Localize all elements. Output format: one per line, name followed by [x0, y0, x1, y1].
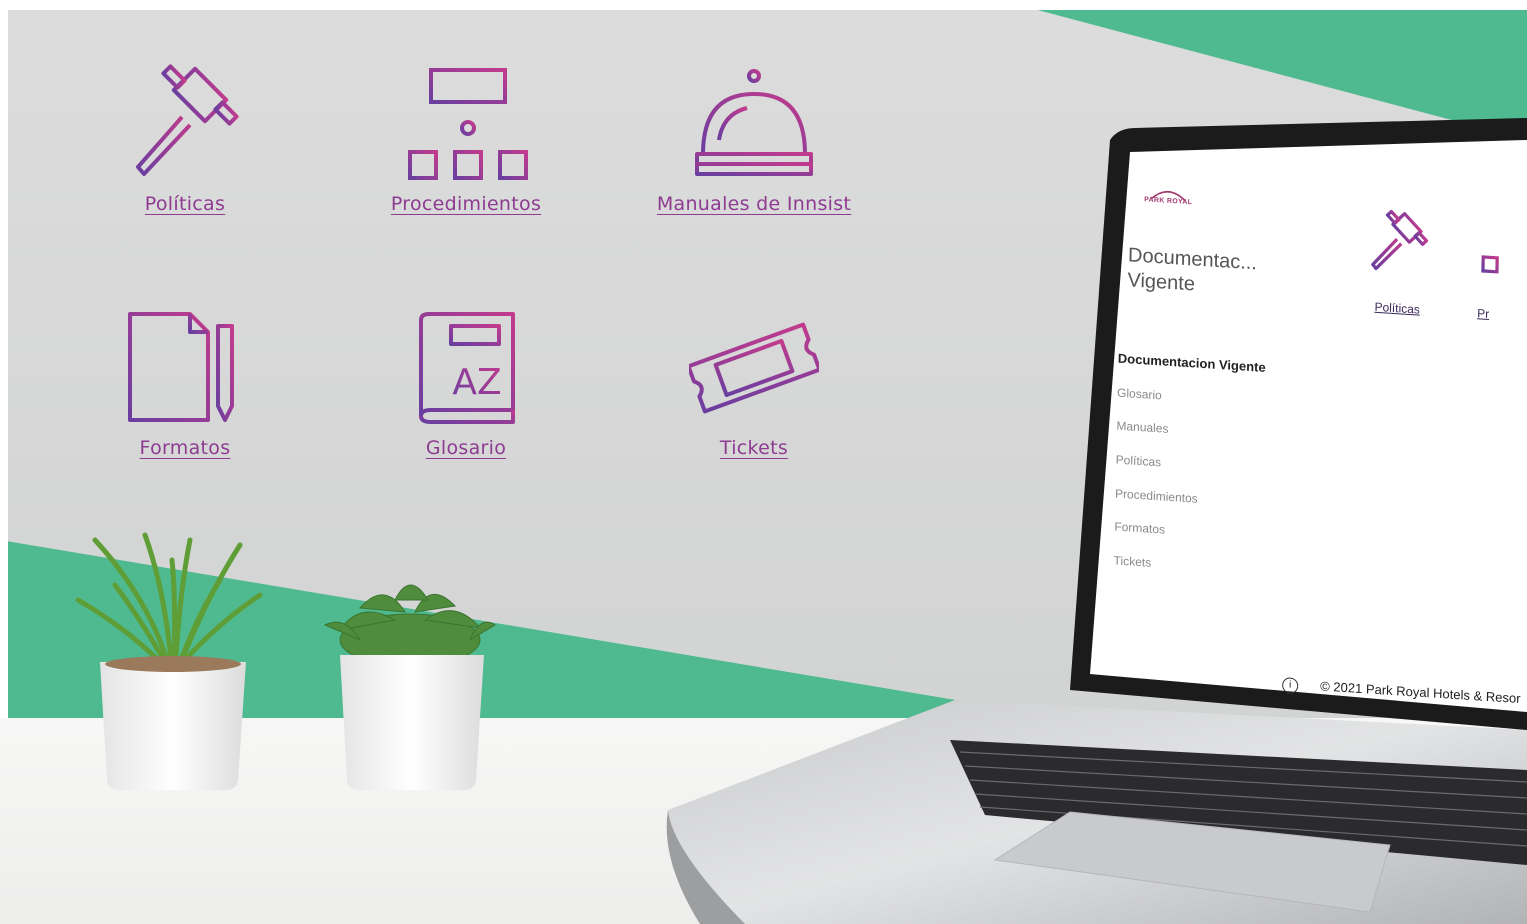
- screen-tile-label-politicas[interactable]: Políticas: [1337, 297, 1457, 319]
- screen-tile-label-procedimientos[interactable]: Pr: [1477, 306, 1527, 324]
- svg-text:AZ: AZ: [452, 362, 501, 403]
- page-title: Documentac... Vigente: [1127, 244, 1258, 296]
- tile-label-formatos[interactable]: Formatos: [140, 437, 231, 459]
- tile-label-tickets[interactable]: Tickets: [720, 437, 788, 459]
- org-chart-icon: [408, 68, 528, 180]
- info-icon[interactable]: i: [1282, 676, 1299, 694]
- tile-politicas[interactable]: Políticas: [55, 62, 315, 215]
- screen-tile-politicas[interactable]: Políticas: [1337, 199, 1459, 319]
- screen-sidebar-nav: Documentacion Vigente Glosario Manuales …: [1113, 349, 1318, 597]
- service-bell-icon: [695, 69, 813, 176]
- screen-footer: i © 2021 Park Royal Hotels & Resor: [1282, 676, 1521, 708]
- laptop-screen: PARK ROYAL Documentac... Vigente Polític…: [1096, 160, 1527, 749]
- tile-label-procedimientos[interactable]: Procedimientos: [391, 193, 541, 215]
- gavel-icon: [1371, 209, 1429, 271]
- copyright-text: © 2021 Park Royal Hotels & Resor: [1320, 678, 1521, 707]
- tile-label-politicas[interactable]: Políticas: [145, 193, 225, 215]
- document-pen-icon: [128, 312, 240, 422]
- tile-tickets[interactable]: Tickets: [624, 306, 884, 459]
- tile-manuales[interactable]: Manuales de Innsist: [624, 62, 884, 215]
- scene: Políticas Procedimientos Manuales de Inn…: [0, 0, 1527, 924]
- gavel-icon: [136, 64, 239, 176]
- tile-formatos[interactable]: Formatos: [55, 306, 315, 459]
- tile-label-glosario[interactable]: Glosario: [426, 437, 506, 459]
- ticket-icon: [689, 322, 819, 414]
- tile-label-manuales[interactable]: Manuales de Innsist: [657, 193, 851, 215]
- tile-glosario[interactable]: AZ Glosario: [336, 306, 596, 459]
- tile-procedimientos[interactable]: Procedimientos: [336, 62, 596, 215]
- org-chart-icon: [1481, 248, 1511, 274]
- park-royal-logo: PARK ROYAL: [1133, 182, 1204, 220]
- glossary-book-icon: AZ: [419, 312, 515, 424]
- screen-tile-procedimientos[interactable]: Pr: [1477, 207, 1527, 324]
